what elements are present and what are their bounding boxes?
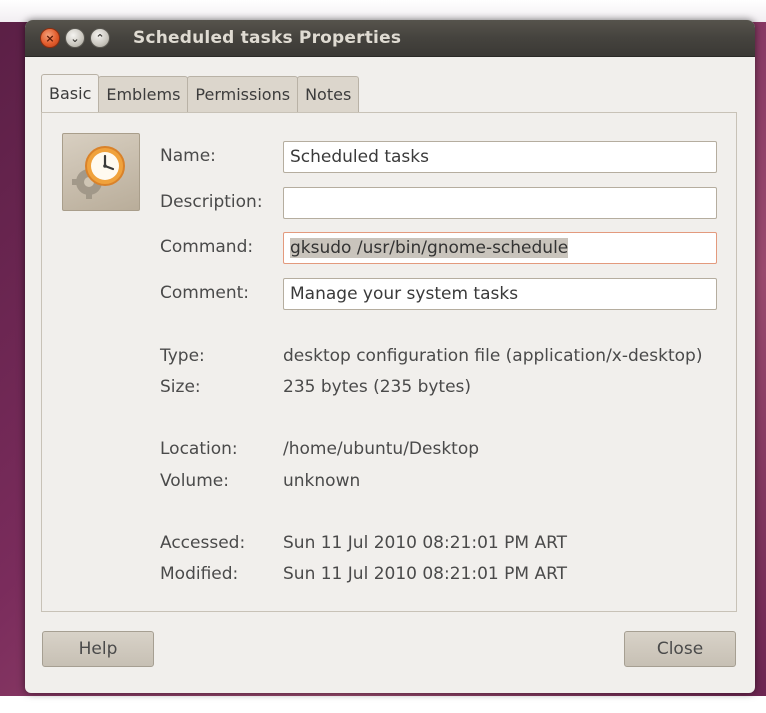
tab-bar: Basic Emblems Permissions Notes (41, 74, 360, 112)
accessed-value: Sun 11 Jul 2010 08:21:01 PM ART (283, 533, 568, 553)
name-field-text: Scheduled tasks (290, 147, 429, 167)
title-bar[interactable]: × ⌄ ⌃ Scheduled tasks Properties (25, 20, 755, 57)
clock-gear-icon-graphic (72, 146, 125, 199)
description-label: Description: (160, 192, 263, 212)
type-label: Type: (160, 346, 205, 366)
comment-label: Comment: (160, 283, 250, 303)
type-value: desktop configuration file (application/… (283, 346, 703, 366)
close-window-icon[interactable]: × (40, 28, 60, 48)
volume-value: unknown (283, 471, 361, 491)
command-label: Command: (160, 237, 254, 257)
location-value: /home/ubuntu/Desktop (283, 439, 480, 459)
maximize-window-icon[interactable]: ⌃ (90, 28, 110, 48)
location-label: Location: (160, 439, 238, 459)
size-value: 235 bytes (235 bytes) (283, 377, 472, 397)
accessed-label: Accessed: (160, 533, 246, 553)
command-field[interactable]: gksudo /usr/bin/gnome-schedule (283, 232, 717, 264)
basic-tab-panel: Name: Scheduled tasks Description: Comma… (41, 112, 737, 612)
close-button[interactable]: Close (624, 631, 736, 667)
name-field[interactable]: Scheduled tasks (283, 141, 717, 173)
tab-emblems[interactable]: Emblems (98, 76, 189, 112)
description-field[interactable] (283, 187, 717, 219)
modified-value: Sun 11 Jul 2010 08:21:01 PM ART (283, 564, 568, 584)
tab-basic[interactable]: Basic (41, 74, 100, 112)
command-field-text: gksudo /usr/bin/gnome-schedule (290, 238, 569, 258)
desktop-background-top (0, 0, 766, 22)
volume-label: Volume: (160, 471, 229, 491)
desktop-background-bottom (0, 696, 766, 713)
help-button[interactable]: Help (42, 631, 154, 667)
window-title: Scheduled tasks Properties (133, 28, 402, 48)
tab-permissions[interactable]: Permissions (187, 76, 299, 112)
clock-gear-icon[interactable] (62, 133, 140, 211)
minimize-window-icon[interactable]: ⌄ (65, 28, 85, 48)
modified-label: Modified: (160, 564, 239, 584)
tab-notes[interactable]: Notes (297, 76, 360, 112)
name-label: Name: (160, 146, 216, 166)
size-label: Size: (160, 377, 201, 397)
properties-dialog: × ⌄ ⌃ Scheduled tasks Properties Basic E… (25, 20, 755, 693)
comment-field-text: Manage your system tasks (290, 284, 519, 304)
comment-field[interactable]: Manage your system tasks (283, 278, 717, 310)
